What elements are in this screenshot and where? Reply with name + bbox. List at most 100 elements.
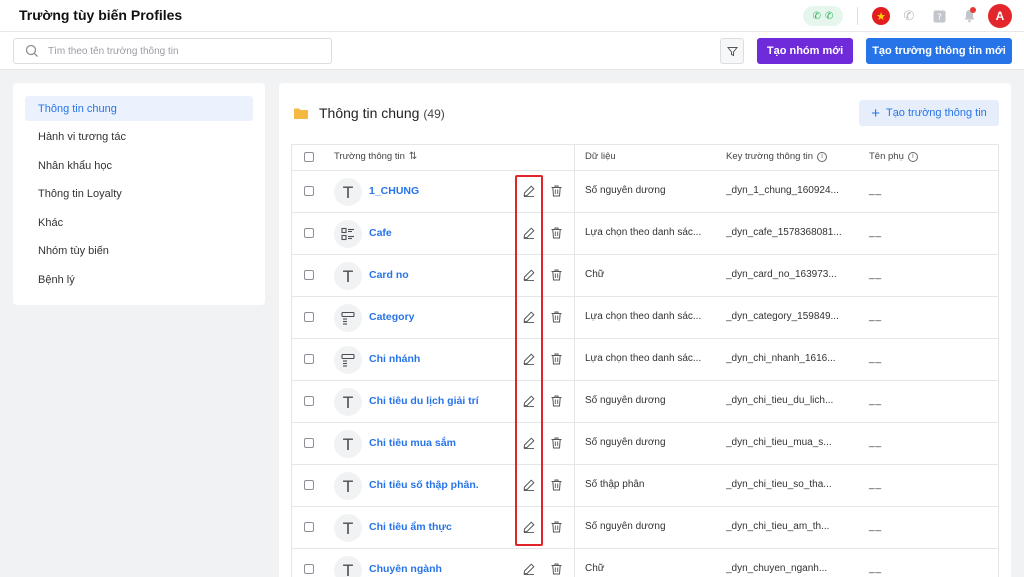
info-icon[interactable]: i <box>907 151 918 162</box>
field-key-cell: _dyn_chi_tieu_am_th... <box>726 521 830 532</box>
table-row[interactable]: Chi nhánh Lựa chọn theo danh sác... _dyn_c… <box>292 339 998 381</box>
text-type-icon: T <box>334 514 362 542</box>
subname-cell: __ <box>869 395 883 406</box>
data-type-cell: Lựa chọn theo danh sác... <box>585 311 702 322</box>
field-name-link[interactable]: Cafe <box>369 227 392 239</box>
row-checkbox[interactable] <box>304 564 314 574</box>
table-row[interactable]: T Chi tiêu số thập phân. Số thập phân _dyn_… <box>292 465 998 507</box>
delete-icon[interactable] <box>548 309 564 325</box>
delete-icon[interactable] <box>548 561 564 577</box>
sidebar-item-general[interactable]: Thông tin chung <box>25 96 253 121</box>
row-checkbox[interactable] <box>304 396 314 406</box>
subname-cell: __ <box>869 311 883 322</box>
call-status-pill[interactable]: ✆ ✆ <box>803 6 843 26</box>
column-header-name[interactable]: Trường thông tin ⇅ <box>334 151 417 162</box>
delete-icon[interactable] <box>548 351 564 367</box>
delete-icon[interactable] <box>548 477 564 493</box>
add-field-label: Tạo trường thông tin <box>885 107 987 119</box>
row-checkbox[interactable] <box>304 312 314 322</box>
edit-icon[interactable] <box>521 519 537 535</box>
table-row[interactable]: T Card no Chữ _dyn_card_no_163973... __ <box>292 255 998 297</box>
edit-icon[interactable] <box>521 393 537 409</box>
field-count: (49) <box>423 107 445 121</box>
table-row[interactable]: T Chuyên ngành Chữ _dyn_chuyen_nganh... __ <box>292 549 998 577</box>
table-row[interactable]: T 1_CHUNG Số nguyên dương _dyn_1_chung_1609… <box>292 171 998 213</box>
row-checkbox[interactable] <box>304 522 314 532</box>
delete-icon[interactable] <box>548 435 564 451</box>
checklist-type-icon <box>334 220 362 248</box>
text-type-icon: T <box>334 430 362 458</box>
field-name-link[interactable]: Card no <box>369 269 409 281</box>
delete-icon[interactable] <box>548 393 564 409</box>
sidebar-item-loyalty[interactable]: Thông tin Loyalty <box>25 182 253 207</box>
column-divider <box>574 297 575 338</box>
table-row[interactable]: Cafe Lựa chọn theo danh sác... _dyn_cafe_1… <box>292 213 998 255</box>
notification-dot <box>970 7 976 13</box>
svg-text:?: ? <box>937 13 942 23</box>
section-title-text: Thông tin chung <box>319 105 420 121</box>
add-field-button[interactable]: + Tạo trường thông tin <box>859 100 999 126</box>
row-checkbox[interactable] <box>304 228 314 238</box>
dropdown-type-icon <box>334 304 362 332</box>
table-row[interactable]: Category Lựa chọn theo danh sác... _dyn_ca… <box>292 297 998 339</box>
delete-icon[interactable] <box>548 183 564 199</box>
edit-icon[interactable] <box>521 477 537 493</box>
phone-icon[interactable]: ✆ <box>898 5 920 27</box>
field-name-link[interactable]: Chi tiêu ẩm thực <box>369 521 452 533</box>
field-key-cell: _dyn_1_chung_160924... <box>726 185 839 196</box>
field-name-link[interactable]: Chi tiêu số thập phân. <box>369 479 479 491</box>
column-divider <box>574 339 575 380</box>
field-name-link[interactable]: 1_CHUNG <box>369 185 419 197</box>
create-field-button[interactable]: Tạo trường thông tin mới <box>866 38 1012 64</box>
sidebar-item-medical[interactable]: Bệnh lý <box>25 268 253 293</box>
edit-icon[interactable] <box>521 309 537 325</box>
bell-icon[interactable] <box>958 5 980 27</box>
row-checkbox[interactable] <box>304 438 314 448</box>
edit-icon[interactable] <box>521 561 537 577</box>
toolbar: Tạo nhóm mới Tạo trường thông tin mới <box>0 32 1024 70</box>
filter-button[interactable] <box>720 38 744 64</box>
field-name-link[interactable]: Chi tiêu mua sắm <box>369 437 456 449</box>
data-type-cell: Chữ <box>585 563 605 574</box>
data-type-cell: Chữ <box>585 269 605 280</box>
edit-icon[interactable] <box>521 351 537 367</box>
field-name-link[interactable]: Chuyên ngành <box>369 563 442 575</box>
sort-icon[interactable]: ⇅ <box>409 151 417 162</box>
edit-icon[interactable] <box>521 225 537 241</box>
field-key-cell: _dyn_cafe_1578368081... <box>726 227 842 238</box>
table-row[interactable]: T Chi tiêu ẩm thực Số nguyên dương _dyn_chi… <box>292 507 998 549</box>
table-header: Trường thông tin ⇅ Dữ liệu Key trường th… <box>292 145 998 171</box>
data-type-cell: Lựa chọn theo danh sác... <box>585 227 702 238</box>
row-checkbox[interactable] <box>304 270 314 280</box>
row-checkbox[interactable] <box>304 354 314 364</box>
sidebar-item-demographics[interactable]: Nhân khẩu học <box>25 153 253 178</box>
sidebar-item-other[interactable]: Khác <box>25 210 253 235</box>
edit-icon[interactable] <box>521 267 537 283</box>
delete-icon[interactable] <box>548 267 564 283</box>
edit-icon[interactable] <box>521 435 537 451</box>
data-type-cell: Số nguyên dương <box>585 437 666 448</box>
create-group-button[interactable]: Tạo nhóm mới <box>757 38 853 64</box>
row-checkbox[interactable] <box>304 186 314 196</box>
table-row[interactable]: T Chi tiêu mua sắm Số nguyên dương _dyn_chi… <box>292 423 998 465</box>
flag-vn-icon[interactable]: ★ <box>872 7 890 25</box>
sidebar-item-custom-group[interactable]: Nhóm tùy biến <box>25 239 253 264</box>
field-name-link[interactable]: Chi tiêu du lịch giải trí <box>369 395 479 407</box>
info-icon[interactable]: i <box>817 151 828 162</box>
data-type-cell: Số nguyên dương <box>585 185 666 196</box>
delete-icon[interactable] <box>548 519 564 535</box>
field-name-link[interactable]: Category <box>369 311 415 323</box>
delete-icon[interactable] <box>548 225 564 241</box>
select-all-checkbox[interactable] <box>304 152 314 162</box>
avatar[interactable]: A <box>988 4 1012 28</box>
text-type-icon: T <box>334 262 362 290</box>
search-input[interactable] <box>48 39 328 63</box>
field-name-link[interactable]: Chi nhánh <box>369 353 420 365</box>
sidebar-item-interaction[interactable]: Hành vi tương tác <box>25 125 253 150</box>
edit-icon[interactable] <box>521 183 537 199</box>
row-checkbox[interactable] <box>304 480 314 490</box>
help-icon[interactable]: ? <box>928 5 950 27</box>
phone-call-icon: ✆ <box>825 10 834 22</box>
table-row[interactable]: T Chi tiêu du lịch giải trí Số nguyên dươn… <box>292 381 998 423</box>
table-body: T 1_CHUNG Số nguyên dương _dyn_1_chung_1609… <box>292 171 998 577</box>
